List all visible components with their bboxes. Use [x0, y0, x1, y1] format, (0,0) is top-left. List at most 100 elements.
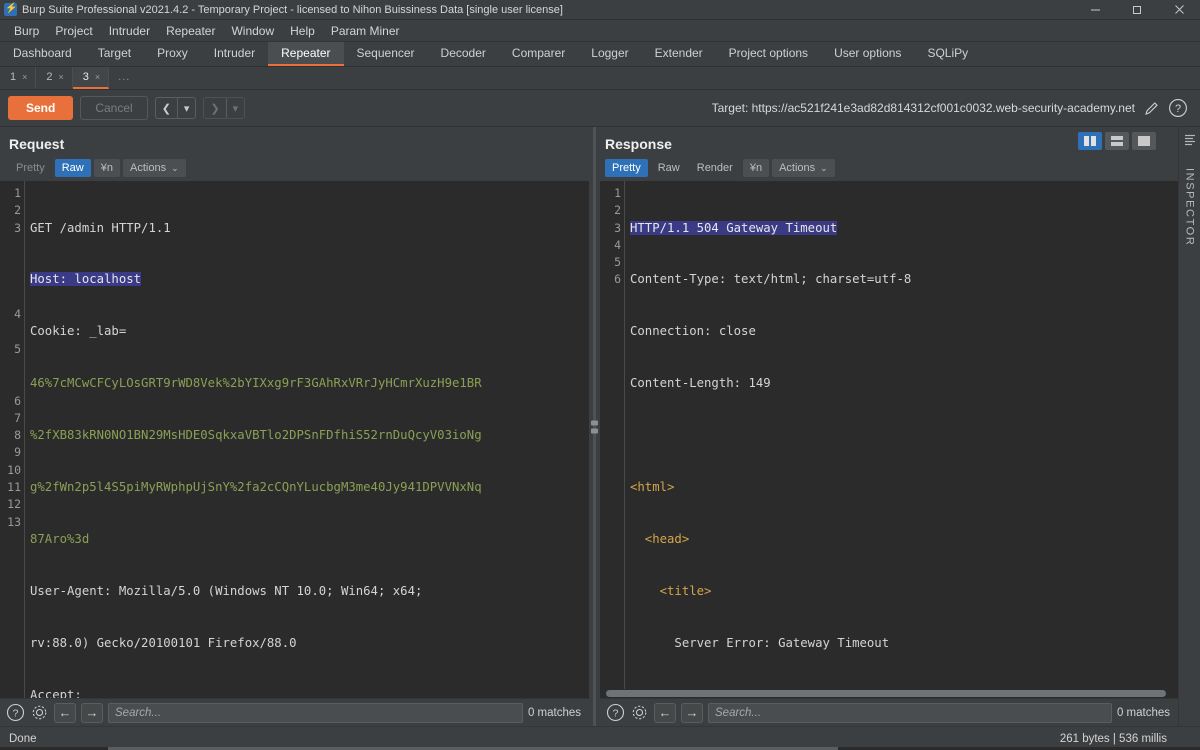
request-search-input[interactable]	[108, 702, 523, 723]
pane-splitter[interactable]	[589, 127, 600, 726]
back-arrow-icon[interactable]: ❮	[156, 98, 177, 118]
inspector-rail[interactable]: INSPECTOR	[1178, 127, 1200, 726]
response-stats: 261 bytes | 536 millis	[1059, 732, 1167, 745]
selected-text: Host: localhost	[30, 272, 142, 287]
chevron-down-icon: ⌄	[171, 162, 179, 173]
tab-sqlipy[interactable]: SQLiPy	[914, 42, 981, 66]
response-code[interactable]: HTTP/1.1 504 Gateway Timeout Content-Typ…	[624, 181, 1178, 689]
tab-project-options[interactable]: Project options	[716, 42, 821, 66]
response-find-prev-button[interactable]: ←	[654, 702, 676, 723]
tab-target[interactable]: Target	[85, 42, 144, 66]
editor-body: Request Pretty Raw ¥n Actions ⌄ 12 3 4 5	[0, 127, 1200, 726]
repeater-tab-1-close-icon[interactable]: ×	[22, 72, 27, 82]
request-find-next-button[interactable]: →	[81, 702, 103, 723]
view-single-button[interactable]	[1132, 132, 1156, 150]
target-label: Target: https://ac521f241e3ad82d814312cf…	[711, 101, 1135, 115]
request-pane: Request Pretty Raw ¥n Actions ⌄ 12 3 4 5	[0, 127, 589, 726]
request-find-bar: ? ← → 0 matches	[0, 698, 589, 726]
response-newline-button[interactable]: ¥n	[742, 159, 770, 177]
svg-text:?: ?	[613, 707, 619, 719]
menu-item-repeater[interactable]: Repeater	[158, 22, 223, 40]
response-help-icon[interactable]: ?	[606, 703, 625, 722]
response-find-bar: ? ← → 0 matches	[600, 698, 1178, 726]
request-settings-gear-icon[interactable]	[30, 703, 49, 722]
close-button[interactable]	[1158, 0, 1200, 20]
response-render-button[interactable]: Render	[690, 159, 740, 177]
repeater-tab-3[interactable]: 3 ×	[72, 67, 110, 89]
response-search-input[interactable]	[708, 702, 1112, 723]
response-actions-button[interactable]: Actions ⌄	[772, 159, 835, 177]
repeater-tab-1[interactable]: 1 ×	[0, 67, 37, 89]
forward-dropdown-caret-icon[interactable]: ▾	[227, 98, 245, 118]
repeater-tab-2[interactable]: 2 ×	[36, 67, 73, 89]
forward-arrow-icon[interactable]: ❯	[204, 98, 225, 118]
repeater-tab-3-close-icon[interactable]: ×	[95, 72, 100, 82]
scrollbar-thumb[interactable]	[606, 690, 1166, 697]
window-title: Burp Suite Professional v2021.4.2 - Temp…	[22, 3, 563, 16]
repeater-tab-2-close-icon[interactable]: ×	[59, 72, 64, 82]
request-title: Request	[9, 136, 65, 152]
request-raw-button[interactable]: Raw	[54, 159, 91, 177]
request-help-icon[interactable]: ?	[6, 703, 25, 722]
pencil-icon[interactable]	[1143, 100, 1160, 117]
back-dropdown-caret-icon[interactable]: ▾	[178, 98, 196, 118]
title-bar: Burp Suite Professional v2021.4.2 - Temp…	[0, 0, 1200, 20]
repeater-tab-2-label: 2	[46, 71, 53, 83]
repeater-toolbar: Send Cancel ❮ ▾ ❯ ▾ Target: https://ac52…	[0, 90, 1200, 127]
request-newline-button[interactable]: ¥n	[93, 159, 120, 177]
tab-extender[interactable]: Extender	[642, 42, 716, 66]
response-pretty-button[interactable]: Pretty	[605, 159, 648, 177]
response-line: <title>	[630, 583, 712, 598]
tab-user-options[interactable]: User options	[821, 42, 914, 66]
back-button-group[interactable]: ❮ ▾	[154, 97, 197, 119]
layers-icon	[1183, 133, 1197, 152]
response-settings-gear-icon[interactable]	[630, 703, 649, 722]
response-raw-button[interactable]: Raw	[651, 159, 687, 177]
send-button[interactable]: Send	[8, 96, 74, 120]
request-pretty-button[interactable]: Pretty	[9, 159, 52, 177]
menu-item-help[interactable]: Help	[282, 22, 323, 40]
menu-item-window[interactable]: Window	[223, 22, 282, 40]
inspector-label: INSPECTOR	[1183, 168, 1196, 247]
response-editor[interactable]: 12 34 56 HTTP/1.1 504 Gateway Timeout Co…	[600, 181, 1178, 689]
response-match-count: 0 matches	[1116, 706, 1170, 719]
tab-repeater[interactable]: Repeater	[268, 42, 344, 66]
response-horizontal-scrollbar[interactable]	[600, 689, 1178, 698]
tab-sequencer[interactable]: Sequencer	[344, 42, 428, 66]
window-controls	[1074, 0, 1200, 20]
tab-comparer[interactable]: Comparer	[499, 42, 578, 66]
response-line: Content-Length: 149	[630, 376, 771, 391]
repeater-tab-strip: 1 × 2 × 3 × ...	[0, 67, 1200, 90]
burp-logo-icon	[4, 1, 17, 16]
view-split-vertical-button[interactable]	[1078, 132, 1102, 150]
tab-decoder[interactable]: Decoder	[428, 42, 499, 66]
response-find-next-button[interactable]: →	[681, 702, 703, 723]
help-circle-icon[interactable]: ?	[1168, 98, 1188, 118]
request-line: rv:88.0) Gecko/20100101 Firefox/88.0	[30, 635, 297, 650]
tab-logger[interactable]: Logger	[578, 42, 641, 66]
response-line: Content-Type: text/html; charset=utf-8	[630, 272, 912, 287]
menu-item-intruder[interactable]: Intruder	[101, 22, 158, 40]
tab-dashboard[interactable]: Dashboard	[0, 42, 85, 66]
request-editor[interactable]: 12 3 4 5 67 89 10 11 12 13 GET /admin HTTP…	[0, 181, 589, 698]
tab-proxy[interactable]: Proxy	[144, 42, 201, 66]
menu-item-burp[interactable]: Burp	[6, 22, 47, 40]
menu-item-param-miner[interactable]: Param Miner	[323, 22, 408, 40]
forward-button-group[interactable]: ❯ ▾	[203, 97, 246, 119]
maximize-button[interactable]	[1116, 0, 1158, 20]
request-line: g%2fWn2p5l4S5piMyRWphpUjSnY%2fa2cCQnYLuc…	[30, 480, 482, 495]
request-line: 46%7cMCwCFCyLOsGRT9rWD8Vek%2bYIXxg9rF3GA…	[30, 376, 482, 391]
repeater-tab-overflow[interactable]: ...	[109, 67, 139, 89]
request-line: Cookie: _lab=	[30, 324, 127, 339]
response-line	[630, 427, 1178, 444]
tab-intruder[interactable]: Intruder	[201, 42, 268, 66]
cancel-button[interactable]: Cancel	[80, 96, 148, 120]
request-actions-button[interactable]: Actions ⌄	[123, 159, 186, 177]
menu-item-project[interactable]: Project	[47, 22, 100, 40]
view-layout-toggle	[1078, 132, 1156, 150]
request-code[interactable]: GET /admin HTTP/1.1 Host: localhost Cook…	[24, 181, 589, 698]
response-line: <html>	[630, 480, 675, 495]
request-find-prev-button[interactable]: ←	[54, 702, 76, 723]
minimize-button[interactable]	[1074, 0, 1116, 20]
view-split-horizontal-button[interactable]	[1105, 132, 1129, 150]
